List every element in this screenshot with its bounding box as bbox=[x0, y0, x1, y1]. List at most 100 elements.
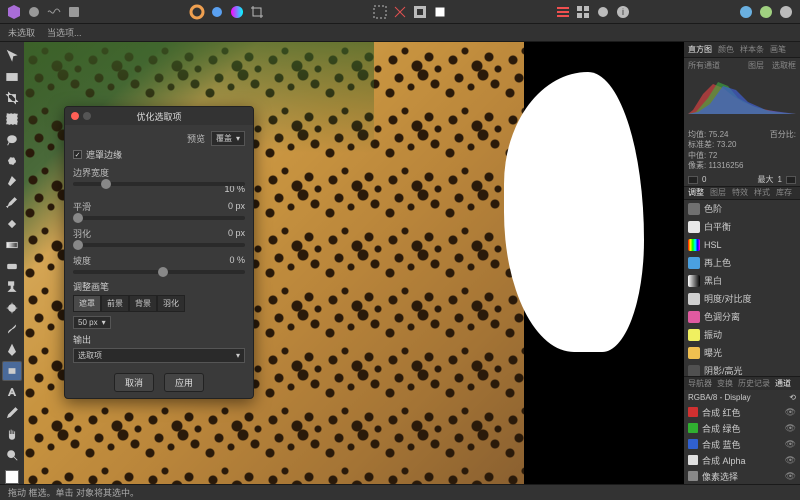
eye-icon[interactable]: 👁 bbox=[785, 471, 796, 482]
text-tool[interactable]: A bbox=[2, 382, 22, 402]
subtab-mask[interactable]: 选取框 bbox=[772, 60, 796, 71]
tab-adjust[interactable]: 调整 bbox=[688, 187, 704, 198]
tab-histogram[interactable]: 直方图 bbox=[688, 44, 712, 55]
chevron-down-icon: ▾ bbox=[236, 134, 240, 143]
min-swatch bbox=[688, 176, 698, 184]
channel-blue[interactable]: 合成 蓝色👁 bbox=[684, 436, 800, 452]
reset-icon[interactable]: ⟲ bbox=[789, 393, 796, 402]
tab-fx[interactable]: 特效 bbox=[732, 187, 748, 198]
adj-posterize[interactable]: 色调分离 bbox=[684, 308, 800, 326]
tab-history[interactable]: 历史记录 bbox=[738, 378, 770, 389]
dialog-title: 优化选取项 bbox=[71, 110, 247, 123]
preview-select[interactable]: 覆盖▾ bbox=[211, 131, 245, 146]
dodge-tool[interactable] bbox=[2, 298, 22, 318]
opt-tab-selected[interactable]: 当选项... bbox=[47, 26, 82, 39]
crop-tool-icon[interactable] bbox=[249, 4, 265, 20]
eye-icon[interactable]: 👁 bbox=[785, 423, 796, 434]
adj-shadows[interactable]: 阴影/高光 bbox=[684, 362, 800, 376]
clone-tool[interactable] bbox=[2, 277, 22, 297]
swatches-icon[interactable] bbox=[209, 4, 225, 20]
smudge-tool[interactable] bbox=[2, 319, 22, 339]
view-list-icon[interactable] bbox=[555, 4, 571, 20]
adjust-icon[interactable] bbox=[229, 4, 245, 20]
eye-icon[interactable]: 👁 bbox=[785, 455, 796, 466]
adj-whitebalance[interactable]: 白平衡 bbox=[684, 218, 800, 236]
tab-color[interactable]: 颜色 bbox=[718, 44, 734, 55]
color-wheel-icon[interactable] bbox=[189, 4, 205, 20]
fill-tool[interactable] bbox=[2, 214, 22, 234]
seg-matte[interactable]: 遮罩 bbox=[73, 295, 101, 312]
adj-exposure[interactable]: 曝光 bbox=[684, 344, 800, 362]
opt-tab-unselected[interactable]: 未选取 bbox=[8, 26, 35, 39]
seg-bg[interactable]: 背景 bbox=[129, 295, 157, 312]
adj-bw[interactable]: 黑白 bbox=[684, 272, 800, 290]
persona-develop-icon[interactable] bbox=[66, 4, 82, 20]
eraser-tool[interactable] bbox=[2, 256, 22, 276]
lasso-tool[interactable] bbox=[2, 130, 22, 150]
adj-brightness[interactable]: 明度/对比度 bbox=[684, 290, 800, 308]
eye-icon[interactable]: 👁 bbox=[785, 439, 796, 450]
hand-tool[interactable] bbox=[2, 424, 22, 444]
rectangle-tool[interactable] bbox=[2, 361, 22, 381]
move-tool[interactable] bbox=[2, 46, 22, 66]
tab-transform[interactable]: 变换 bbox=[717, 378, 733, 389]
apply-button[interactable]: 应用 bbox=[164, 373, 204, 392]
persona-photo-icon[interactable] bbox=[26, 4, 42, 20]
eyedropper-tool[interactable] bbox=[2, 403, 22, 423]
min-icon[interactable] bbox=[83, 112, 91, 120]
channel-selection[interactable]: 像素选择👁 bbox=[684, 468, 800, 484]
cancel-button[interactable]: 取消 bbox=[114, 373, 154, 392]
close-icon[interactable] bbox=[71, 112, 79, 120]
tab-styles[interactable]: 样式 bbox=[754, 187, 770, 198]
subtab-all[interactable]: 所有通道 bbox=[688, 60, 720, 71]
crop-tool[interactable] bbox=[2, 88, 22, 108]
help-icon[interactable] bbox=[758, 4, 774, 20]
channel-red[interactable]: 合成 红色👁 bbox=[684, 404, 800, 420]
brush-section-header: 调整画笔 bbox=[73, 280, 245, 293]
brush-size-select[interactable]: 50 px▾ bbox=[73, 316, 111, 329]
gradient-tool[interactable] bbox=[2, 235, 22, 255]
invert-sel-icon[interactable] bbox=[412, 4, 428, 20]
toggle-icon[interactable] bbox=[595, 4, 611, 20]
subtab-range[interactable]: 图层 bbox=[748, 60, 764, 71]
smooth-slider[interactable] bbox=[73, 216, 245, 220]
context-toolbar: 未选取 当选项... bbox=[0, 24, 800, 42]
border-slider[interactable] bbox=[73, 182, 245, 186]
eye-icon[interactable]: 👁 bbox=[785, 407, 796, 418]
quickmask-icon[interactable] bbox=[432, 4, 448, 20]
deselect-icon[interactable] bbox=[392, 4, 408, 20]
info-icon[interactable]: i bbox=[615, 4, 631, 20]
tab-navigator[interactable]: 导航器 bbox=[688, 378, 712, 389]
output-select[interactable]: 选取项▾ bbox=[73, 348, 245, 363]
seg-fg[interactable]: 前景 bbox=[101, 295, 129, 312]
view-tool[interactable] bbox=[2, 67, 22, 87]
persona-liquify-icon[interactable] bbox=[46, 4, 62, 20]
zoom-tool[interactable] bbox=[2, 445, 22, 465]
account-icon[interactable] bbox=[738, 4, 754, 20]
tab-layers[interactable]: 图层 bbox=[710, 187, 726, 198]
matte-edges-checkbox[interactable]: ✓遮罩边缘 bbox=[73, 148, 245, 161]
tab-channels[interactable]: 通道 bbox=[775, 378, 791, 389]
select-all-icon[interactable] bbox=[372, 4, 388, 20]
adj-levels[interactable]: 色阶 bbox=[684, 200, 800, 218]
tab-stock[interactable]: 库存 bbox=[776, 187, 792, 198]
adj-vibrance[interactable]: 振动 bbox=[684, 326, 800, 344]
dialog-titlebar[interactable]: 优化选取项 bbox=[65, 107, 253, 125]
tab-swatches[interactable]: 样本条 bbox=[740, 44, 764, 55]
channel-alpha[interactable]: 合成 Alpha👁 bbox=[684, 452, 800, 468]
ramp-slider[interactable] bbox=[73, 270, 245, 274]
brush-tool[interactable] bbox=[2, 193, 22, 213]
flood-select-tool[interactable] bbox=[2, 172, 22, 192]
feather-slider[interactable] bbox=[73, 243, 245, 247]
view-grid-icon[interactable] bbox=[575, 4, 591, 20]
pen-tool[interactable] bbox=[2, 340, 22, 360]
seg-feather[interactable]: 羽化 bbox=[157, 295, 185, 312]
channel-green[interactable]: 合成 绿色👁 bbox=[684, 420, 800, 436]
adj-recolor[interactable]: 再上色 bbox=[684, 254, 800, 272]
settings-icon[interactable] bbox=[778, 4, 794, 20]
adj-hsl[interactable]: HSL bbox=[684, 236, 800, 254]
tab-brushes[interactable]: 画笔 bbox=[770, 44, 786, 55]
color-swatch-fg[interactable] bbox=[5, 470, 19, 484]
marquee-tool[interactable] bbox=[2, 109, 22, 129]
selection-brush-tool[interactable] bbox=[2, 151, 22, 171]
